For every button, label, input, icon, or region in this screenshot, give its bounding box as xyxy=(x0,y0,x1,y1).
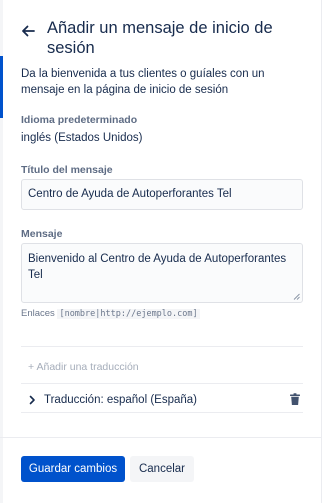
trash-icon[interactable] xyxy=(289,393,301,406)
arrow-left-icon[interactable] xyxy=(19,22,37,40)
footer-divider xyxy=(0,437,322,438)
page-title: Añadir un mensaje de inicio de sesión xyxy=(47,19,273,57)
default-language-label: Idioma predeterminado xyxy=(21,114,138,126)
divider-bottom xyxy=(21,412,303,413)
message-textarea[interactable]: Bienvenido al Centro de Ayuda de Autoper… xyxy=(21,243,303,303)
links-hint-prefix: Enlaces xyxy=(21,308,55,319)
login-message-panel: Añadir un mensaje de inicio de sesión Da… xyxy=(0,0,322,503)
message-label: Mensaje xyxy=(21,228,63,240)
divider-middle xyxy=(21,383,303,384)
translation-label: Traducción: español (España) xyxy=(44,394,197,406)
message-text: Bienvenido al Centro de Ayuda de Autoper… xyxy=(28,253,287,281)
message-title-input[interactable]: Centro de Ayuda de Autoperforantes Tel xyxy=(21,179,303,210)
intro-text: Da la bienvenida a tus clientes o guíale… xyxy=(21,68,265,96)
save-button[interactable]: Guardar cambios xyxy=(21,456,125,482)
active-indicator xyxy=(0,56,3,118)
links-hint: Enlaces [nombre|http://ejemplo.com] xyxy=(21,308,200,319)
resize-handle-icon[interactable] xyxy=(293,293,300,300)
divider-top xyxy=(21,346,303,347)
message-title-label: Título del mensaje xyxy=(21,164,113,176)
translation-accordion[interactable]: Traducción: español (España) xyxy=(21,390,305,410)
links-hint-code: [nombre|http://ejemplo.com] xyxy=(57,309,200,319)
add-translation-link[interactable]: + Añadir una traducción xyxy=(28,361,139,373)
cancel-button[interactable]: Cancelar xyxy=(130,456,194,482)
panel-header: Añadir un mensaje de inicio de sesión xyxy=(19,18,309,58)
default-language-value: inglés (Estados Unidos) xyxy=(21,132,143,144)
chevron-right-icon xyxy=(29,395,35,405)
